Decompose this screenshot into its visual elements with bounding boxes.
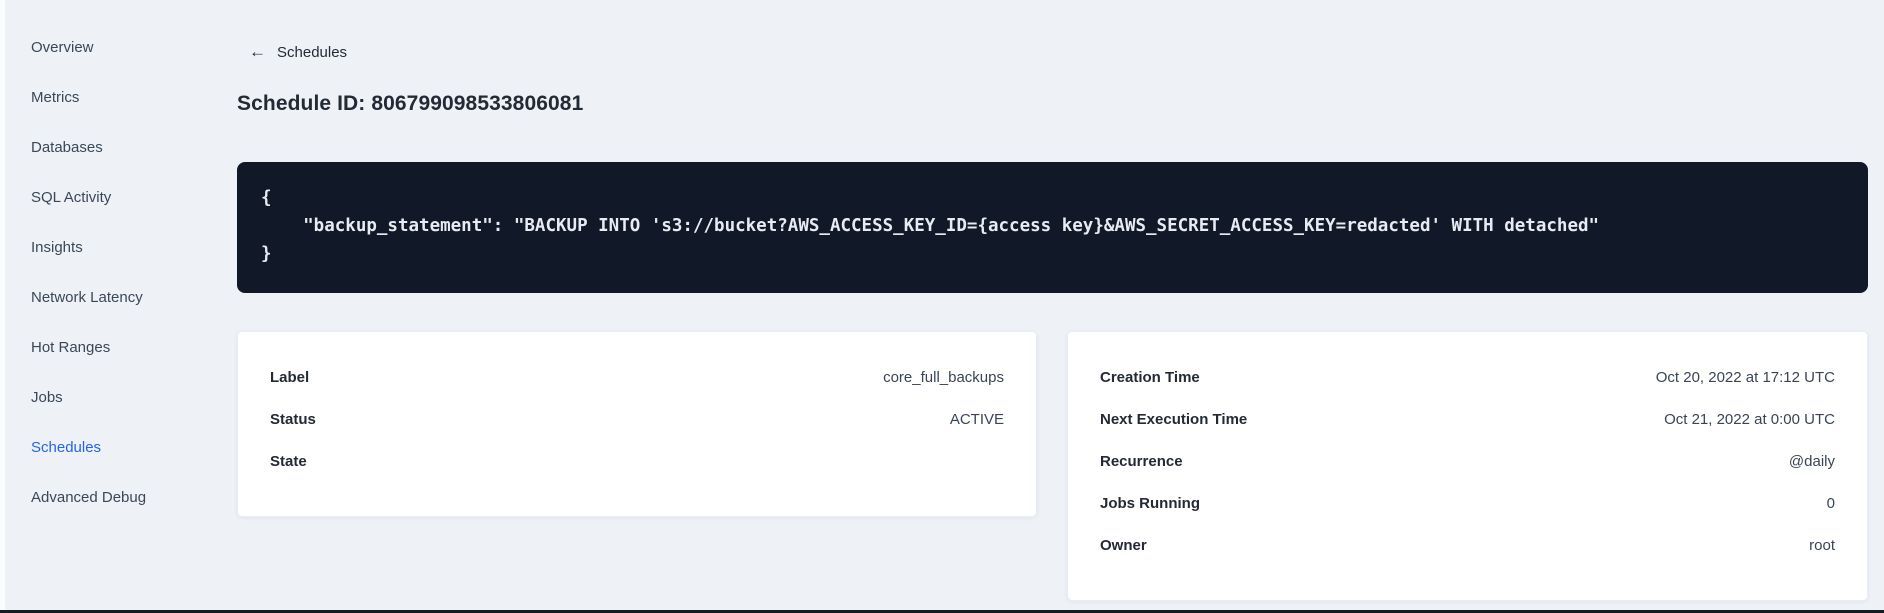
detail-row-creation-time: Creation Time Oct 20, 2022 at 17:12 UTC bbox=[1100, 356, 1835, 398]
back-arrow-icon: ← bbox=[249, 42, 266, 61]
detail-row-jobs-running: Jobs Running 0 bbox=[1100, 482, 1835, 524]
row-label: Recurrence bbox=[1100, 452, 1183, 470]
row-label: Jobs Running bbox=[1100, 494, 1200, 512]
sidebar-item-sql-activity[interactable]: SQL Activity bbox=[0, 173, 200, 223]
row-value: 0 bbox=[1826, 494, 1835, 512]
row-value: Oct 20, 2022 at 17:12 UTC bbox=[1655, 368, 1835, 386]
sidebar-item-metrics[interactable]: Metrics bbox=[0, 73, 200, 123]
code-line: } bbox=[261, 244, 272, 264]
sidebar-item-jobs[interactable]: Jobs bbox=[0, 373, 200, 423]
row-value: Oct 21, 2022 at 0:00 UTC bbox=[1664, 410, 1835, 428]
row-label: Owner bbox=[1100, 536, 1147, 554]
back-link-schedules[interactable]: ← Schedules bbox=[249, 42, 347, 62]
sidebar-nav: Overview Metrics Databases SQL Activity … bbox=[0, 23, 200, 523]
schedule-details-card: Label core_full_backups Status ACTIVE St… bbox=[237, 331, 1037, 517]
row-label: Next Execution Time bbox=[1100, 410, 1248, 428]
code-line: "backup_statement": "BACKUP INTO 's3://b… bbox=[261, 216, 1600, 236]
sidebar-item-overview[interactable]: Overview bbox=[0, 23, 200, 73]
row-label: State bbox=[270, 452, 307, 470]
detail-row-owner: Owner root bbox=[1100, 524, 1835, 566]
row-value: ACTIVE bbox=[949, 410, 1004, 428]
sidebar-item-schedules[interactable]: Schedules bbox=[0, 423, 200, 473]
sidebar-item-network-latency[interactable]: Network Latency bbox=[0, 273, 200, 323]
schedule-timing-card: Creation Time Oct 20, 2022 at 17:12 UTC … bbox=[1067, 331, 1868, 601]
detail-row-state: State bbox=[270, 440, 1004, 482]
detail-row-recurrence: Recurrence @daily bbox=[1100, 440, 1835, 482]
row-label: Creation Time bbox=[1100, 368, 1200, 386]
page-title: Schedule ID: 806799098533806081 bbox=[237, 92, 584, 115]
row-value: core_full_backups bbox=[883, 368, 1004, 386]
row-value: root bbox=[1809, 536, 1835, 554]
row-label: Status bbox=[270, 410, 316, 428]
sidebar-item-databases[interactable]: Databases bbox=[0, 123, 200, 173]
detail-row-next-execution-time: Next Execution Time Oct 21, 2022 at 0:00… bbox=[1100, 398, 1835, 440]
row-label: Label bbox=[270, 368, 310, 386]
back-link-label: Schedules bbox=[277, 43, 348, 61]
row-value: @daily bbox=[1788, 452, 1835, 470]
sidebar-item-insights[interactable]: Insights bbox=[0, 223, 200, 273]
detail-row-status: Status ACTIVE bbox=[270, 398, 1004, 440]
sidebar-item-advanced-debug[interactable]: Advanced Debug bbox=[0, 473, 200, 523]
sidebar-item-hot-ranges[interactable]: Hot Ranges bbox=[0, 323, 200, 373]
schedule-definition-code-block: { "backup_statement": "BACKUP INTO 's3:/… bbox=[237, 162, 1868, 293]
db-console-schedule-detail-page: Overview Metrics Databases SQL Activity … bbox=[0, 0, 1884, 613]
detail-row-label: Label core_full_backups bbox=[270, 356, 1004, 398]
code-line: { bbox=[261, 188, 272, 208]
